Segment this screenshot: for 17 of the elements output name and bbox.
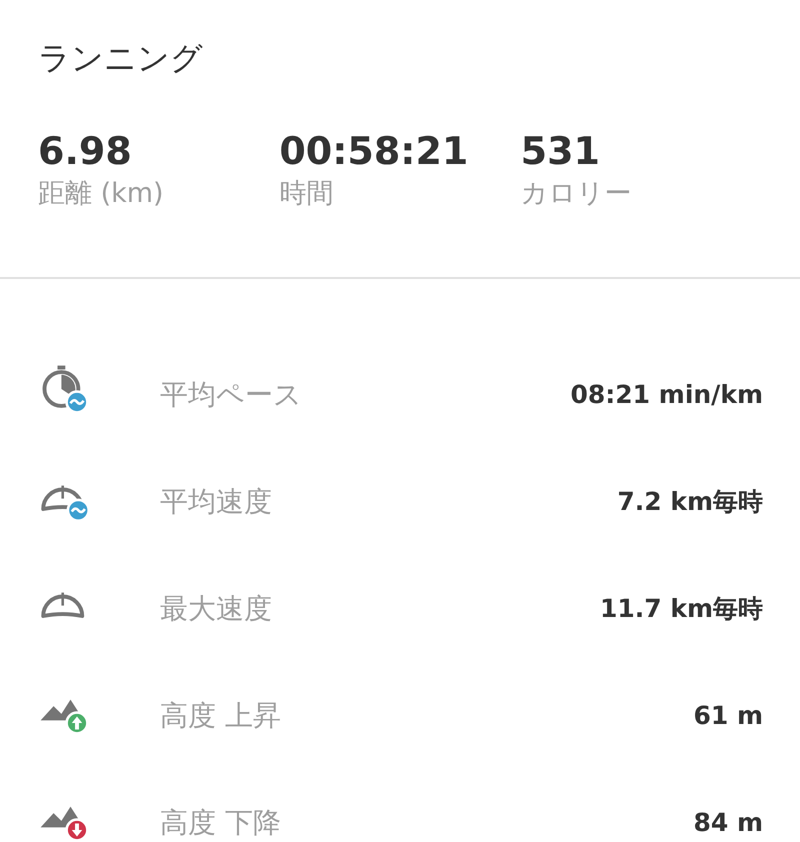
metric-value: 7.2 km毎時 bbox=[617, 486, 763, 518]
stat-value: 00:58:21 bbox=[279, 128, 470, 174]
metric-value: 08:21 min/km bbox=[570, 380, 763, 409]
stat-value: 531 bbox=[520, 128, 601, 174]
metric-value: 11.7 km毎時 bbox=[600, 593, 763, 625]
activity-title: ランニング bbox=[38, 38, 204, 79]
metric-label: 平均ペース bbox=[160, 376, 303, 412]
stat-value: 6.98 bbox=[38, 128, 133, 174]
stat-label: 距離 (km) bbox=[38, 177, 165, 211]
metric-label: 高度 上昇 bbox=[160, 698, 282, 734]
stat-label: 時間 bbox=[279, 177, 334, 211]
metric-value: 84 m bbox=[693, 808, 763, 837]
metric-label: 最大速度 bbox=[160, 590, 273, 626]
metric-label: 高度 下降 bbox=[160, 804, 282, 840]
metric-value: 61 m bbox=[693, 701, 763, 730]
stat-label: カロリー bbox=[520, 177, 633, 211]
metric-label: 平均速度 bbox=[160, 484, 273, 520]
